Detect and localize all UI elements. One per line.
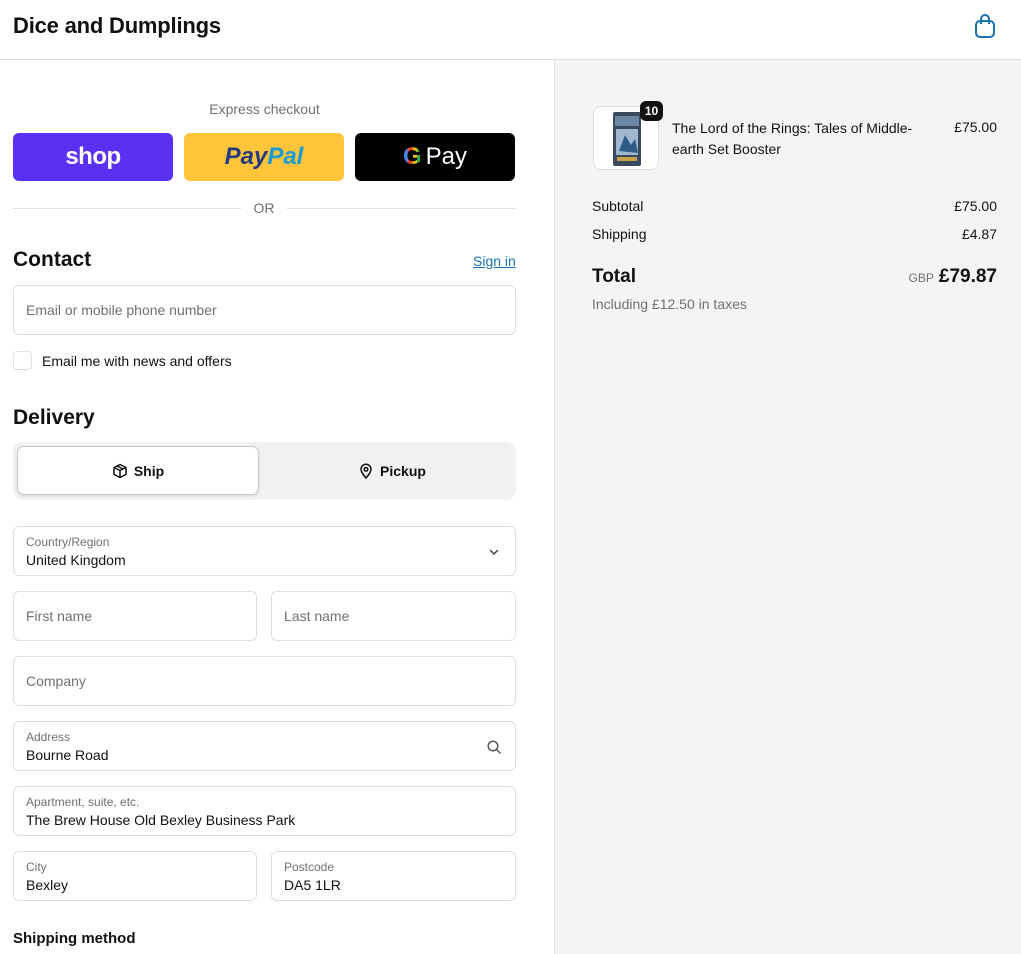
company-field[interactable]: Company <box>13 656 516 706</box>
country-value: United Kingdom <box>26 552 126 568</box>
email-field[interactable]: Email or mobile phone number <box>13 285 516 335</box>
delivery-method-toggle: Ship Pickup <box>13 442 516 500</box>
chevron-down-icon <box>489 549 499 556</box>
contact-title: Contact <box>13 248 92 271</box>
google-g-icon: G <box>402 143 422 170</box>
order-summary-panel <box>554 60 1021 954</box>
header: Dice and Dumplings <box>0 0 1021 60</box>
currency-code: GBP <box>908 271 934 285</box>
apartment-label: Apartment, suite, etc. <box>26 795 140 809</box>
last-name-field[interactable]: Last name <box>271 591 516 641</box>
country-label: Country/Region <box>26 535 110 549</box>
shopping-bag-icon[interactable] <box>972 12 998 40</box>
paypal-label-pay: Pay <box>224 143 268 170</box>
apartment-field[interactable]: Apartment, suite, etc. The Brew House Ol… <box>13 786 516 836</box>
ship-option-label: Ship <box>133 462 165 479</box>
tax-note: Including £12.50 in taxes <box>592 296 747 312</box>
sign-in-link[interactable]: Sign in <box>473 253 516 269</box>
location-pin-icon <box>360 463 372 479</box>
product-price: £75.00 <box>954 119 997 135</box>
address-value: Bourne Road <box>26 747 109 763</box>
city-value: Bexley <box>26 877 69 893</box>
shop-pay-button[interactable]: shop <box>13 133 173 181</box>
city-label: City <box>26 860 47 874</box>
or-divider-right <box>287 208 516 209</box>
total-label: Total <box>592 266 636 287</box>
shop-pay-label: shop <box>65 143 121 170</box>
shipping-value: £4.87 <box>961 226 997 242</box>
total-value: £79.87 <box>938 266 997 287</box>
or-label: OR <box>253 200 275 216</box>
subtotal-value: £75.00 <box>954 198 997 214</box>
pickup-option-label: Pickup <box>380 462 426 479</box>
package-icon <box>113 463 127 478</box>
store-name[interactable]: Dice and Dumplings <box>13 13 221 39</box>
first-name-placeholder: First name <box>26 608 93 624</box>
postcode-label: Postcode <box>284 860 335 874</box>
company-placeholder: Company <box>26 673 86 689</box>
search-icon[interactable] <box>486 739 502 755</box>
first-name-field[interactable]: First name <box>13 591 257 641</box>
apartment-value: The Brew House Old Bexley Business Park <box>26 812 296 828</box>
address-field[interactable]: Address Bourne Road <box>13 721 516 771</box>
last-name-placeholder: Last name <box>284 608 350 624</box>
or-divider-left <box>13 208 241 209</box>
newsletter-checkbox[interactable] <box>13 351 32 370</box>
shipping-label: Shipping <box>592 226 647 242</box>
paypal-button[interactable]: Pay Pal <box>184 133 344 181</box>
city-field[interactable]: City Bexley <box>13 851 257 901</box>
google-pay-button[interactable]: G Pay <box>355 133 515 181</box>
newsletter-label: Email me with news and offers <box>42 353 232 369</box>
country-select[interactable]: Country/Region United Kingdom <box>13 526 516 576</box>
paypal-label-pal: Pal <box>267 143 304 170</box>
shipping-method-title: Shipping method <box>13 930 136 947</box>
google-pay-label: Pay <box>425 143 468 170</box>
postcode-value: DA5 1LR <box>284 877 341 893</box>
address-label: Address <box>26 730 71 744</box>
express-checkout-label: Express checkout <box>209 101 320 117</box>
email-placeholder: Email or mobile phone number <box>26 302 217 318</box>
product-name: The Lord of the Rings: Tales of Middle-e… <box>672 120 913 157</box>
subtotal-label: Subtotal <box>592 198 644 214</box>
pickup-option[interactable]: Pickup <box>271 446 513 495</box>
postcode-field[interactable]: Postcode DA5 1LR <box>271 851 516 901</box>
ship-option[interactable]: Ship <box>17 446 259 495</box>
quantity-badge: 10 <box>640 101 663 121</box>
delivery-title: Delivery <box>13 406 95 429</box>
total-amount: GBP £79.87 <box>820 266 997 288</box>
